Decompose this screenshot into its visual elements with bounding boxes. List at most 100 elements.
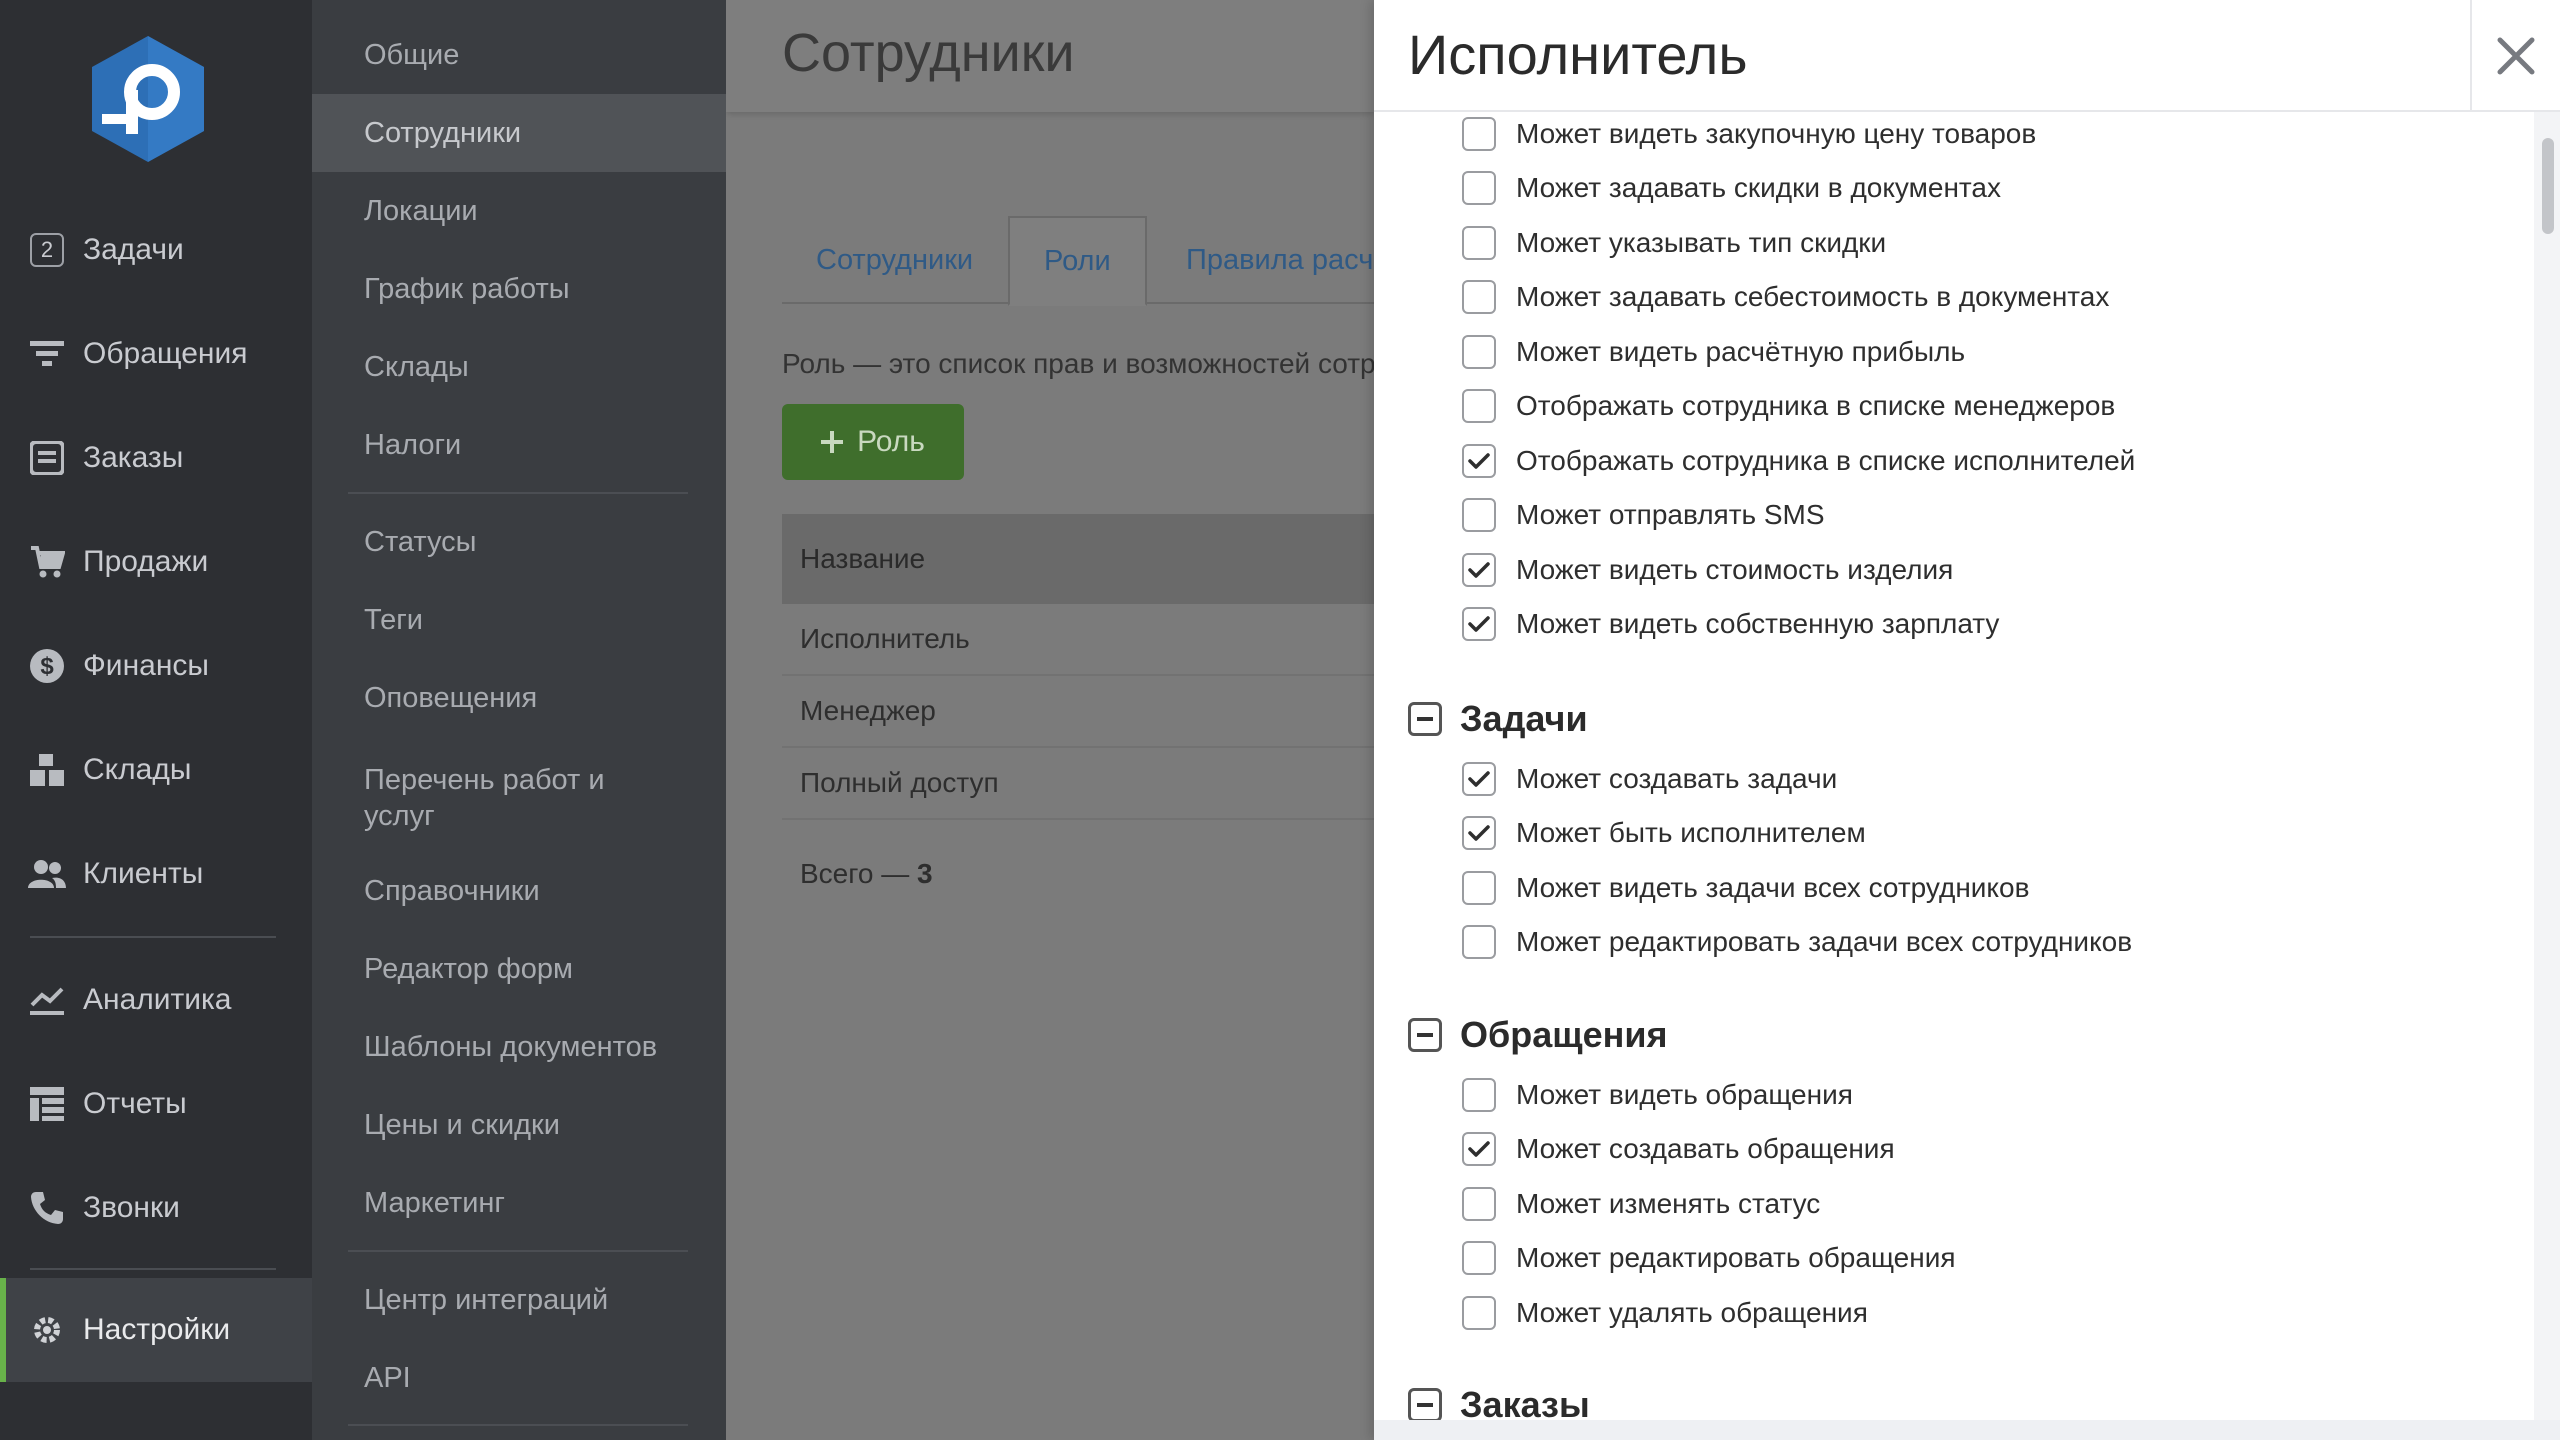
submenu-item-notifications[interactable]: Оповещения xyxy=(312,659,726,737)
submenu-item-employees[interactable]: Сотрудники xyxy=(312,94,726,172)
nav-divider xyxy=(30,1268,276,1270)
permission-row[interactable]: Может видеть закупочную цену товаров xyxy=(1462,114,2036,154)
permission-row[interactable]: Может видеть расчётную прибыль xyxy=(1462,332,1965,372)
nav-item-warehouses[interactable]: Склады xyxy=(0,718,312,822)
permission-row[interactable]: Может изменять статус xyxy=(1462,1184,1820,1224)
permission-row[interactable]: Может видеть стоимость изделия xyxy=(1462,550,1953,590)
add-role-button[interactable]: Роль xyxy=(782,404,964,480)
main-sidebar: 2 Задачи Обращения Заказы Продажи $ Фина… xyxy=(0,0,312,1440)
group-title: Обращения xyxy=(1460,1014,1668,1055)
permission-checkbox-checked[interactable] xyxy=(1462,444,1496,478)
drawer-scrollbar[interactable] xyxy=(2534,112,2560,1440)
table-header-name[interactable]: Название xyxy=(782,514,1374,604)
nav-item-label: Отчеты xyxy=(83,1087,187,1120)
permission-row[interactable]: Может видеть собственную зарплату xyxy=(1462,604,1999,644)
permission-label: Может редактировать обращения xyxy=(1516,1242,1956,1273)
permission-checkbox[interactable] xyxy=(1462,1296,1496,1330)
permission-label: Может видеть расчётную прибыль xyxy=(1516,336,1966,367)
submenu-item-prices[interactable]: Цены и скидки xyxy=(312,1086,726,1164)
table-row[interactable]: Менеджер xyxy=(782,676,1374,748)
tab-roles[interactable]: Роли xyxy=(1008,216,1147,306)
role-permissions-drawer: Исполнитель Может видеть закупочную цену… xyxy=(1374,0,2560,1440)
permission-checkbox[interactable] xyxy=(1462,1187,1496,1221)
permission-row[interactable]: Может видеть обращения xyxy=(1462,1075,1853,1115)
permission-checkbox[interactable] xyxy=(1462,389,1496,423)
submenu-item-services[interactable]: Перечень работ и услуг xyxy=(312,752,726,848)
permission-row[interactable]: Может видеть задачи всех сотрудников xyxy=(1462,868,2029,908)
permission-row[interactable]: Может редактировать обращения xyxy=(1462,1238,1956,1278)
roles-description: Роль — это список прав и возможностей со… xyxy=(782,348,1374,379)
permission-checkbox[interactable] xyxy=(1462,226,1496,260)
permission-row[interactable]: Может быть исполнителем xyxy=(1462,813,1866,853)
permission-row[interactable]: Может задавать скидки в документах xyxy=(1462,168,2001,208)
collapse-minus-icon[interactable] xyxy=(1408,1388,1442,1422)
submenu-item-locations[interactable]: Локации xyxy=(312,172,726,250)
table-row[interactable]: Исполнитель xyxy=(782,604,1374,676)
permission-row[interactable]: Может указывать тип скидки xyxy=(1462,223,1886,263)
submenu-item-integrations[interactable]: Центр интеграций xyxy=(312,1261,726,1339)
nav-item-analytics[interactable]: Аналитика xyxy=(0,948,312,1052)
collapse-minus-icon[interactable] xyxy=(1408,1018,1442,1052)
permission-checkbox[interactable] xyxy=(1462,280,1496,314)
drawer-title: Исполнитель xyxy=(1408,23,1748,86)
submenu-item-schedule[interactable]: График работы xyxy=(312,250,726,328)
nav-item-orders[interactable]: Заказы xyxy=(0,406,312,510)
tab-employees[interactable]: Сотрудники xyxy=(782,216,1007,304)
nav-item-finance[interactable]: $ Финансы xyxy=(0,614,312,718)
permission-checkbox-checked[interactable] xyxy=(1462,816,1496,850)
submenu-item-doc-templates[interactable]: Шаблоны документов xyxy=(312,1008,726,1086)
permission-row[interactable]: Может создавать задачи xyxy=(1462,759,1837,799)
nav-item-label: Финансы xyxy=(83,649,209,682)
filter-icon xyxy=(28,335,66,373)
app-logo[interactable] xyxy=(88,34,208,164)
permission-checkbox-checked[interactable] xyxy=(1462,607,1496,641)
collapse-minus-icon[interactable] xyxy=(1408,702,1442,736)
nav-item-label: Аналитика xyxy=(83,983,232,1016)
permission-checkbox[interactable] xyxy=(1462,1241,1496,1275)
permission-row[interactable]: Может создавать обращения xyxy=(1462,1129,1895,1169)
permission-row[interactable]: Может удалять обращения xyxy=(1462,1293,1868,1333)
permission-row[interactable]: Может редактировать задачи всех сотрудни… xyxy=(1462,922,2132,962)
permission-row[interactable]: Отображать сотрудника в списке менеджеро… xyxy=(1462,386,2115,426)
nav-item-requests[interactable]: Обращения xyxy=(0,302,312,406)
settings-gear-icon xyxy=(28,1311,66,1349)
submenu-item-general[interactable]: Общие xyxy=(312,16,726,94)
close-button[interactable] xyxy=(2470,0,2560,112)
submenu-item-warehouses[interactable]: Склады xyxy=(312,328,726,406)
permission-checkbox[interactable] xyxy=(1462,117,1496,151)
submenu-item-marketing[interactable]: Маркетинг xyxy=(312,1164,726,1242)
permission-row[interactable]: Может задавать себестоимость в документа… xyxy=(1462,277,2109,317)
submenu-item-statuses[interactable]: Статусы xyxy=(312,503,726,581)
permission-checkbox[interactable] xyxy=(1462,171,1496,205)
submenu-item-taxes[interactable]: Налоги xyxy=(312,406,726,484)
group-tasks[interactable]: Задачи xyxy=(1408,694,1588,744)
nav-item-sales[interactable]: Продажи xyxy=(0,510,312,614)
tab-calc-rules[interactable]: Правила расче xyxy=(1152,216,1374,304)
permission-checkbox[interactable] xyxy=(1462,871,1496,905)
nav-item-reports[interactable]: Отчеты xyxy=(0,1052,312,1156)
permission-checkbox[interactable] xyxy=(1462,335,1496,369)
nav-item-tasks[interactable]: 2 Задачи xyxy=(0,198,312,302)
submenu-item-tags[interactable]: Теги xyxy=(312,581,726,659)
permission-checkbox-checked[interactable] xyxy=(1462,1132,1496,1166)
permission-label: Может создавать задачи xyxy=(1516,763,1838,794)
nav-item-calls[interactable]: Звонки xyxy=(0,1156,312,1260)
scrollbar-thumb[interactable] xyxy=(2542,138,2554,234)
permission-row[interactable]: Может отправлять SMS xyxy=(1462,495,1825,535)
group-requests[interactable]: Обращения xyxy=(1408,1010,1668,1060)
permission-row[interactable]: Отображать сотрудника в списке исполните… xyxy=(1462,441,2135,481)
nav-divider xyxy=(30,936,276,938)
permission-checkbox[interactable] xyxy=(1462,1078,1496,1112)
nav-item-settings[interactable]: Настройки xyxy=(0,1278,312,1382)
submenu-item-dictionaries[interactable]: Справочники xyxy=(312,852,726,930)
submenu-item-form-editor[interactable]: Редактор форм xyxy=(312,930,726,1008)
nav-item-clients[interactable]: Клиенты xyxy=(0,822,312,926)
permission-checkbox[interactable] xyxy=(1462,925,1496,959)
table-row[interactable]: Полный доступ xyxy=(782,748,1374,820)
permissions-list[interactable]: Может видеть закупочную цену товаров Мож… xyxy=(1374,112,2534,1440)
permission-checkbox[interactable] xyxy=(1462,498,1496,532)
permission-checkbox-checked[interactable] xyxy=(1462,762,1496,796)
permission-checkbox-checked[interactable] xyxy=(1462,553,1496,587)
nav-item-label: Задачи xyxy=(83,233,184,266)
submenu-item-api[interactable]: API xyxy=(312,1339,726,1417)
